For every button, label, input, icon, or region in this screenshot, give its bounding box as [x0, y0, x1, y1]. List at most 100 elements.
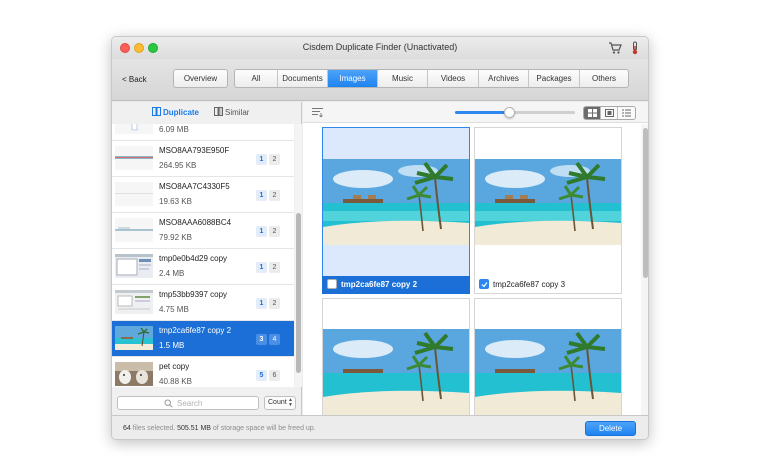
similar-icon	[214, 107, 223, 116]
item-name: tmp53bb9397 copy	[159, 290, 228, 299]
view-options-bar	[303, 102, 648, 123]
item-size: 6.09 MB	[159, 125, 189, 134]
grid-view-button[interactable]	[584, 107, 601, 119]
preview-panel: tmp2ca6fe87 copy 2 tmp2ca6fe87 copy 3	[303, 102, 648, 415]
list-view-button[interactable]	[618, 107, 635, 119]
item-size: 40.88 KB	[159, 377, 192, 386]
search-input[interactable]: Search	[117, 396, 259, 410]
duplicate-count-badges: 3 4	[256, 334, 280, 345]
status-text-2: of storage space will be freed up.	[210, 425, 316, 432]
image-card[interactable]	[474, 298, 622, 415]
search-icon	[164, 399, 173, 408]
mode-similar-label: Similar	[225, 108, 250, 117]
app-window: Cisdem Duplicate Finder (Unactivated) < …	[111, 36, 649, 440]
list-item-selected[interactable]: tmp2ca6fe87 copy 2 1.5 MB 3 4	[112, 321, 294, 357]
item-thumbnail	[115, 290, 153, 314]
filmstrip-view-icon	[605, 109, 614, 117]
item-thumbnail	[115, 182, 153, 206]
list-scrollbar[interactable]	[295, 124, 302, 387]
updown-arrows-icon: ▲ ▼	[288, 397, 293, 408]
list-scrollbar-thumb[interactable]	[296, 213, 301, 373]
select-checkbox[interactable]	[327, 279, 337, 289]
tab-images[interactable]: Images	[328, 70, 378, 87]
mode-similar[interactable]: Similar	[214, 107, 249, 117]
duplicate-list-panel: Duplicate Similar 6.09 MB MSO8AA793E950F…	[112, 102, 302, 415]
badge-count: 6	[269, 370, 280, 381]
selection-summary: 64 files selected. 505.51 MB of storage …	[123, 425, 316, 432]
badge-count: 3	[256, 334, 267, 345]
badge-count: 5	[256, 370, 267, 381]
mode-switch: Duplicate Similar	[112, 102, 301, 123]
image-preview	[475, 329, 621, 415]
slider-fill	[455, 111, 509, 114]
tab-music[interactable]: Music	[378, 70, 428, 87]
image-preview	[323, 159, 469, 245]
category-tabs: All Documents Images Music Videos Archiv…	[234, 69, 629, 88]
list-item[interactable]: MSO8AAA6088BC4 79.92 KB 1 2	[112, 213, 294, 249]
duplicate-count-badges: 1 2	[256, 262, 280, 273]
list-item[interactable]: pet copy 40.88 KB 5 6	[112, 357, 294, 387]
badge-count: 1	[256, 298, 267, 309]
list-item[interactable]: tmp53bb9397 copy 4.75 MB 1 2	[112, 285, 294, 321]
thumbnail-size-slider[interactable]	[455, 107, 575, 118]
list-item[interactable]: MSO8AA7C4330F5 19.63 KB 1 2	[112, 177, 294, 213]
status-bar: 64 files selected. 505.51 MB of storage …	[112, 415, 648, 439]
item-thumbnail	[115, 218, 153, 242]
tab-archives[interactable]: Archives	[479, 70, 529, 87]
item-size: 2.4 MB	[159, 269, 185, 278]
window-title: Cisdem Duplicate Finder (Unactivated)	[302, 42, 458, 52]
tab-packages[interactable]: Packages	[529, 70, 580, 87]
slider-knob[interactable]	[503, 107, 515, 118]
grid-view-icon	[588, 109, 597, 117]
image-card[interactable]: tmp2ca6fe87 copy 3	[474, 127, 622, 294]
list-item[interactable]: MSO8AA793E950F 264.95 KB 1 2	[112, 141, 294, 177]
tab-videos[interactable]: Videos	[428, 70, 479, 87]
duplicate-count-badges: 1 2	[256, 226, 280, 237]
sort-list-icon[interactable]	[312, 107, 323, 117]
selected-count: 64	[123, 425, 131, 432]
sort-count-select[interactable]: Count ▲ ▼	[264, 396, 296, 410]
card-filename: tmp2ca6fe87 copy 3	[493, 280, 566, 289]
toolbar: < Back Overview All Documents Images Mus…	[112, 59, 648, 101]
grid-scrollbar[interactable]	[641, 124, 648, 415]
tab-all[interactable]: All	[235, 70, 278, 87]
item-name: tmp0e0b4d29 copy	[159, 254, 228, 263]
badge-count: 1	[256, 154, 267, 165]
sort-count-label: Count	[268, 399, 287, 406]
thermometer-icon[interactable]	[630, 41, 640, 55]
badge-count: 2	[269, 298, 280, 309]
list-item[interactable]: 6.09 MB	[112, 124, 294, 141]
list-item[interactable]: tmp0e0b4d29 copy 2.4 MB 1 2	[112, 249, 294, 285]
image-preview	[475, 159, 621, 245]
select-checkbox[interactable]	[479, 279, 489, 289]
cart-icon[interactable]	[608, 41, 622, 55]
image-grid[interactable]: tmp2ca6fe87 copy 2 tmp2ca6fe87 copy 3	[303, 124, 641, 415]
grid-scrollbar-thumb[interactable]	[643, 128, 648, 278]
badge-count: 2	[269, 154, 280, 165]
overview-button[interactable]: Overview	[173, 69, 228, 88]
delete-button[interactable]: Delete	[585, 421, 636, 436]
duplicate-icon	[152, 107, 161, 116]
item-name: MSO8AA793E950F	[159, 146, 230, 155]
back-button[interactable]: < Back	[122, 75, 147, 84]
mode-duplicate[interactable]: Duplicate	[152, 107, 199, 117]
filmstrip-view-button[interactable]	[601, 107, 618, 119]
item-size: 1.5 MB	[159, 341, 185, 350]
duplicate-count-badges: 5 6	[256, 370, 280, 381]
item-name: MSO8AA7C4330F5	[159, 182, 230, 191]
badge-count: 2	[269, 190, 280, 201]
card-footer: tmp2ca6fe87 copy 3	[474, 276, 622, 294]
badge-count: 1	[256, 226, 267, 237]
title-bar: Cisdem Duplicate Finder (Unactivated)	[112, 37, 648, 59]
image-preview	[323, 329, 469, 415]
image-card-selected[interactable]: tmp2ca6fe87 copy 2	[322, 127, 470, 294]
image-card[interactable]	[322, 298, 470, 415]
file-group-list[interactable]: 6.09 MB MSO8AA793E950F 264.95 KB 1 2 MSO…	[112, 124, 294, 387]
badge-count: 2	[269, 262, 280, 273]
item-thumbnail	[115, 124, 153, 134]
freed-size: 505.51 MB	[177, 425, 211, 432]
item-thumbnail	[115, 254, 153, 278]
tab-documents[interactable]: Documents	[278, 70, 328, 87]
list-view-icon	[622, 109, 631, 117]
tab-others[interactable]: Others	[580, 70, 628, 87]
